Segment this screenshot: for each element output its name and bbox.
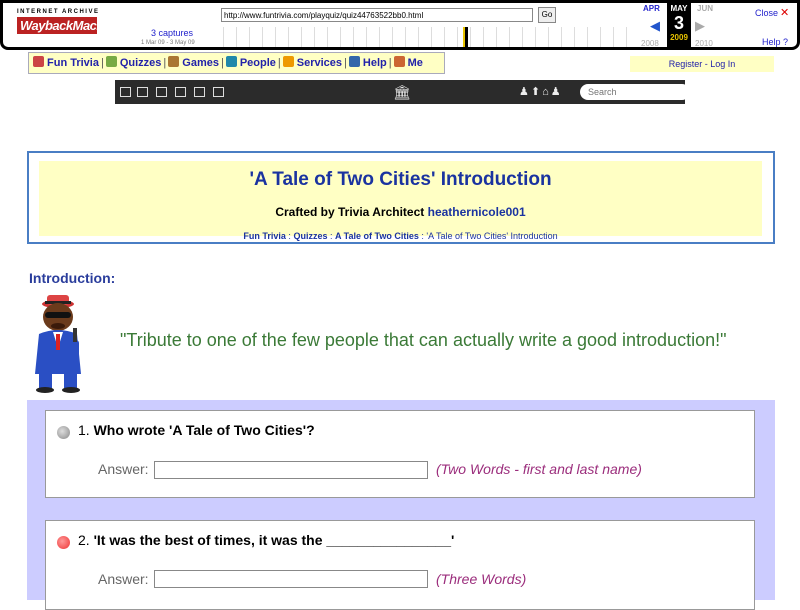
register-login-link[interactable]: Register - Log In [630, 56, 774, 72]
author-line: Crafted by Trivia Architect heathernicol… [39, 205, 762, 219]
wayback-prev-year[interactable]: 2008 [641, 39, 659, 48]
mascot-image [35, 295, 81, 393]
question-2-text: 2. 'It was the best of times, it was the… [78, 532, 454, 548]
wayback-prev-arrow-icon[interactable]: ◀ [650, 18, 660, 34]
wayback-date-range: 1 Mar 09 - 3 May 09 [141, 40, 195, 46]
user-tools-icon[interactable]: ♟⬆⌂♟ [519, 85, 563, 98]
wayback-go-button[interactable]: Go [538, 7, 556, 23]
question-2-prompt: 'It was the best of times, it was the __… [93, 532, 455, 548]
question-1-answer-input[interactable] [154, 461, 428, 479]
author-link[interactable]: heathernicole001 [428, 205, 526, 219]
intro-quote: "Tribute to one of the few people that c… [120, 330, 727, 350]
breadcrumb: Fun Trivia : Quizzes : A Tale of Two Cit… [39, 231, 762, 241]
close-icon: ✕ [780, 7, 790, 19]
nav-separator: | [277, 57, 281, 69]
quiz-header-inner: 'A Tale of Two Cities' Introduction Craf… [39, 161, 762, 241]
nav-item-help[interactable]: Help [363, 57, 387, 69]
question-2-answer-label: Answer: [98, 571, 149, 587]
wayback-help-label: Help [762, 37, 781, 47]
wayback-cur-year: 2009 [670, 33, 688, 42]
nav-item-fun-trivia[interactable]: Fun Trivia [47, 57, 99, 69]
breadcrumb-quizzes[interactable]: Quizzes [293, 231, 327, 241]
layout-2-icon[interactable] [137, 87, 148, 97]
site-toolbar: 🏛 ♟⬆⌂♟ ☰ [115, 80, 690, 104]
globe-icon [225, 56, 237, 67]
wayback-timeline[interactable] [223, 27, 633, 47]
page-title: 'A Tale of Two Cities' Introduction [249, 169, 552, 190]
wayback-timeline-marker [463, 27, 468, 47]
wayback-prev-month[interactable]: APR [643, 4, 660, 13]
question-1-number: 1. [78, 422, 90, 438]
nav-item-me[interactable]: Me [408, 57, 423, 69]
author-prefix: Crafted by Trivia Architect [275, 205, 425, 219]
wayback-captures-link[interactable]: 3 captures [151, 28, 193, 38]
question-card: 1. Who wrote 'A Tale of Two Cities'? Ans… [45, 410, 755, 498]
nav-item-services[interactable]: Services [297, 57, 342, 69]
star-icon [282, 56, 294, 67]
wayback-next-arrow-icon: ▶ [695, 18, 705, 33]
layout-1-icon[interactable] [120, 87, 131, 97]
breadcrumb-sep: : [288, 231, 291, 241]
home-icon[interactable]: 🏛 [393, 84, 411, 101]
info-icon [348, 56, 360, 67]
wayback-cur-day: 3 [673, 13, 684, 33]
help-icon: ? [783, 37, 789, 47]
nav-separator: | [100, 57, 104, 69]
nav-item-quizzes[interactable]: Quizzes [120, 57, 162, 69]
nav-separator: | [220, 57, 224, 69]
layout-5-icon[interactable] [194, 87, 205, 97]
introduction-heading: Introduction: [29, 270, 116, 286]
question-2-status-icon [57, 536, 70, 549]
nav-item-games[interactable]: Games [182, 57, 219, 69]
quiz-area: 1. Who wrote 'A Tale of Two Cities'? Ans… [27, 400, 775, 610]
wayback-help-button[interactable]: Help ? [762, 37, 788, 47]
wayback-logo-bottom: WaybackMachine [17, 17, 122, 34]
nav-item-people[interactable]: People [240, 57, 276, 69]
menu-icon[interactable]: ☰ [661, 84, 674, 102]
site-nav: Fun Trivia | Quizzes | Games | People | Services… [28, 52, 445, 74]
breadcrumb-sep: : [329, 231, 333, 241]
breadcrumb-current: 'A Tale of Two Cities' Introduction [426, 231, 558, 241]
question-1-text: 1. Who wrote 'A Tale of Two Cities'? [78, 422, 315, 438]
quiz-icon [105, 56, 117, 67]
question-1-hint: (Two Words - first and last name) [436, 461, 642, 477]
breadcrumb-fun-trivia[interactable]: Fun Trivia [243, 231, 286, 241]
wayback-close-button[interactable]: Close ✕ [755, 6, 789, 19]
layout-3-icon[interactable] [156, 87, 167, 97]
wayback-next-month: JUN [697, 4, 714, 13]
breadcrumb-sep: : [421, 231, 424, 241]
wayback-logo-top: INTERNET ARCHIVE [17, 9, 100, 15]
layout-6-icon[interactable] [213, 87, 224, 97]
quiz-header-box: 'A Tale of Two Cities' Introduction Craf… [27, 151, 775, 244]
nav-separator: | [344, 57, 347, 69]
question-2-hint: (Three Words) [436, 571, 527, 587]
wayback-close-label: Close [755, 8, 779, 18]
question-1-status-icon [57, 426, 70, 439]
wayback-logo[interactable]: INTERNET ARCHIVE WaybackMachine [17, 9, 122, 43]
question-2-number: 2. [78, 532, 90, 548]
question-2-answer-input[interactable] [154, 570, 428, 588]
house-icon [33, 56, 44, 67]
wayback-url-input[interactable] [221, 8, 533, 22]
breadcrumb-category[interactable]: A Tale of Two Cities [335, 231, 419, 241]
nav-separator: | [163, 57, 167, 69]
me-icon [393, 56, 405, 67]
wayback-current-date: MAY 3 2009 [667, 3, 691, 49]
wayback-cur-month: MAY [670, 4, 688, 13]
layout-4-icon[interactable] [175, 87, 186, 97]
nav-separator: | [388, 57, 392, 69]
wayback-toolbar: INTERNET ARCHIVE WaybackMachine Go 3 cap… [0, 0, 800, 50]
question-1-answer-label: Answer: [98, 461, 149, 477]
games-icon [168, 56, 180, 67]
wayback-next-year: 2010 [695, 39, 713, 48]
question-1-prompt: Who wrote 'A Tale of Two Cities'? [93, 422, 315, 438]
question-card: 2. 'It was the best of times, it was the… [45, 520, 755, 610]
